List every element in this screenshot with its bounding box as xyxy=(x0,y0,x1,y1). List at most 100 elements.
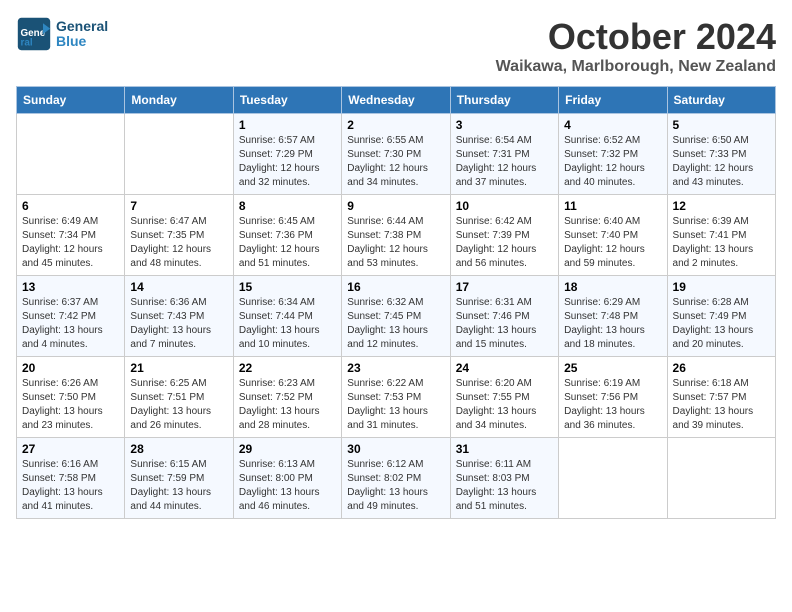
calendar-cell: 3 Sunrise: 6:54 AM Sunset: 7:31 PM Dayli… xyxy=(450,114,558,195)
daylight-text: Daylight: 13 hours and 23 minutes. xyxy=(22,406,103,431)
sunrise-text: Sunrise: 6:54 AM xyxy=(456,135,532,146)
day-number: 29 xyxy=(239,442,336,456)
sunrise-text: Sunrise: 6:34 AM xyxy=(239,297,315,308)
sunset-text: Sunset: 8:03 PM xyxy=(456,473,530,484)
day-number: 22 xyxy=(239,361,336,375)
sunrise-text: Sunrise: 6:49 AM xyxy=(22,216,98,227)
daylight-text: Daylight: 12 hours and 51 minutes. xyxy=(239,244,320,269)
day-number: 19 xyxy=(673,280,770,294)
calendar-cell: 25 Sunrise: 6:19 AM Sunset: 7:56 PM Dayl… xyxy=(559,357,667,438)
day-number: 27 xyxy=(22,442,119,456)
sunrise-text: Sunrise: 6:18 AM xyxy=(673,378,749,389)
daylight-text: Daylight: 13 hours and 2 minutes. xyxy=(673,244,754,269)
day-number: 10 xyxy=(456,199,553,213)
day-content: Sunrise: 6:44 AM Sunset: 7:38 PM Dayligh… xyxy=(347,215,444,271)
day-number: 23 xyxy=(347,361,444,375)
day-content: Sunrise: 6:31 AM Sunset: 7:46 PM Dayligh… xyxy=(456,296,553,352)
sunset-text: Sunset: 7:50 PM xyxy=(22,392,96,403)
calendar-header-row: SundayMondayTuesdayWednesdayThursdayFrid… xyxy=(17,87,776,114)
sunset-text: Sunset: 7:35 PM xyxy=(130,230,204,241)
sunrise-text: Sunrise: 6:55 AM xyxy=(347,135,423,146)
calendar-cell: 5 Sunrise: 6:50 AM Sunset: 7:33 PM Dayli… xyxy=(667,114,775,195)
calendar-cell: 8 Sunrise: 6:45 AM Sunset: 7:36 PM Dayli… xyxy=(233,195,341,276)
day-number: 20 xyxy=(22,361,119,375)
sunrise-text: Sunrise: 6:40 AM xyxy=(564,216,640,227)
calendar-table: SundayMondayTuesdayWednesdayThursdayFrid… xyxy=(16,86,776,519)
sunset-text: Sunset: 7:41 PM xyxy=(673,230,747,241)
weekday-header-friday: Friday xyxy=(559,87,667,114)
sunrise-text: Sunrise: 6:29 AM xyxy=(564,297,640,308)
title-block: October 2024 Waikawa, Marlborough, New Z… xyxy=(496,16,776,76)
day-number: 17 xyxy=(456,280,553,294)
calendar-cell: 16 Sunrise: 6:32 AM Sunset: 7:45 PM Dayl… xyxy=(342,276,450,357)
sunset-text: Sunset: 7:43 PM xyxy=(130,311,204,322)
day-content: Sunrise: 6:11 AM Sunset: 8:03 PM Dayligh… xyxy=(456,458,553,514)
calendar-week-3: 13 Sunrise: 6:37 AM Sunset: 7:42 PM Dayl… xyxy=(17,276,776,357)
daylight-text: Daylight: 12 hours and 32 minutes. xyxy=(239,163,320,188)
sunset-text: Sunset: 7:56 PM xyxy=(564,392,638,403)
day-content: Sunrise: 6:52 AM Sunset: 7:32 PM Dayligh… xyxy=(564,134,661,190)
calendar-cell: 14 Sunrise: 6:36 AM Sunset: 7:43 PM Dayl… xyxy=(125,276,233,357)
calendar-cell: 1 Sunrise: 6:57 AM Sunset: 7:29 PM Dayli… xyxy=(233,114,341,195)
logo-blue: Blue xyxy=(56,34,108,49)
day-number: 3 xyxy=(456,118,553,132)
day-number: 31 xyxy=(456,442,553,456)
day-number: 21 xyxy=(130,361,227,375)
calendar-cell: 22 Sunrise: 6:23 AM Sunset: 7:52 PM Dayl… xyxy=(233,357,341,438)
daylight-text: Daylight: 13 hours and 31 minutes. xyxy=(347,406,428,431)
daylight-text: Daylight: 13 hours and 39 minutes. xyxy=(673,406,754,431)
weekday-header-thursday: Thursday xyxy=(450,87,558,114)
sunset-text: Sunset: 7:53 PM xyxy=(347,392,421,403)
day-content: Sunrise: 6:55 AM Sunset: 7:30 PM Dayligh… xyxy=(347,134,444,190)
sunset-text: Sunset: 7:51 PM xyxy=(130,392,204,403)
sunset-text: Sunset: 7:49 PM xyxy=(673,311,747,322)
sunset-text: Sunset: 8:00 PM xyxy=(239,473,313,484)
day-content: Sunrise: 6:29 AM Sunset: 7:48 PM Dayligh… xyxy=(564,296,661,352)
daylight-text: Daylight: 13 hours and 18 minutes. xyxy=(564,325,645,350)
day-content: Sunrise: 6:22 AM Sunset: 7:53 PM Dayligh… xyxy=(347,377,444,433)
sunset-text: Sunset: 7:31 PM xyxy=(456,149,530,160)
sunrise-text: Sunrise: 6:12 AM xyxy=(347,459,423,470)
sunrise-text: Sunrise: 6:47 AM xyxy=(130,216,206,227)
calendar-cell: 18 Sunrise: 6:29 AM Sunset: 7:48 PM Dayl… xyxy=(559,276,667,357)
calendar-cell: 10 Sunrise: 6:42 AM Sunset: 7:39 PM Dayl… xyxy=(450,195,558,276)
calendar-cell xyxy=(559,438,667,519)
logo-general: General xyxy=(56,19,108,34)
daylight-text: Daylight: 13 hours and 51 minutes. xyxy=(456,487,537,512)
calendar-cell: 23 Sunrise: 6:22 AM Sunset: 7:53 PM Dayl… xyxy=(342,357,450,438)
day-number: 24 xyxy=(456,361,553,375)
day-content: Sunrise: 6:36 AM Sunset: 7:43 PM Dayligh… xyxy=(130,296,227,352)
weekday-header-tuesday: Tuesday xyxy=(233,87,341,114)
sunrise-text: Sunrise: 6:22 AM xyxy=(347,378,423,389)
day-number: 25 xyxy=(564,361,661,375)
day-content: Sunrise: 6:12 AM Sunset: 8:02 PM Dayligh… xyxy=(347,458,444,514)
calendar-cell xyxy=(125,114,233,195)
daylight-text: Daylight: 13 hours and 28 minutes. xyxy=(239,406,320,431)
day-number: 30 xyxy=(347,442,444,456)
sunset-text: Sunset: 7:57 PM xyxy=(673,392,747,403)
logo: Gene ral General Blue xyxy=(16,16,108,52)
daylight-text: Daylight: 13 hours and 12 minutes. xyxy=(347,325,428,350)
day-number: 13 xyxy=(22,280,119,294)
sunset-text: Sunset: 7:48 PM xyxy=(564,311,638,322)
sunset-text: Sunset: 7:52 PM xyxy=(239,392,313,403)
daylight-text: Daylight: 13 hours and 26 minutes. xyxy=(130,406,211,431)
sunrise-text: Sunrise: 6:15 AM xyxy=(130,459,206,470)
sunrise-text: Sunrise: 6:42 AM xyxy=(456,216,532,227)
day-content: Sunrise: 6:34 AM Sunset: 7:44 PM Dayligh… xyxy=(239,296,336,352)
daylight-text: Daylight: 13 hours and 20 minutes. xyxy=(673,325,754,350)
calendar-cell: 2 Sunrise: 6:55 AM Sunset: 7:30 PM Dayli… xyxy=(342,114,450,195)
day-content: Sunrise: 6:40 AM Sunset: 7:40 PM Dayligh… xyxy=(564,215,661,271)
day-number: 6 xyxy=(22,199,119,213)
calendar-cell: 12 Sunrise: 6:39 AM Sunset: 7:41 PM Dayl… xyxy=(667,195,775,276)
sunrise-text: Sunrise: 6:23 AM xyxy=(239,378,315,389)
day-content: Sunrise: 6:28 AM Sunset: 7:49 PM Dayligh… xyxy=(673,296,770,352)
day-number: 7 xyxy=(130,199,227,213)
sunset-text: Sunset: 7:34 PM xyxy=(22,230,96,241)
sunrise-text: Sunrise: 6:11 AM xyxy=(456,459,531,470)
daylight-text: Daylight: 12 hours and 45 minutes. xyxy=(22,244,103,269)
sunset-text: Sunset: 7:46 PM xyxy=(456,311,530,322)
calendar-cell xyxy=(17,114,125,195)
daylight-text: Daylight: 13 hours and 46 minutes. xyxy=(239,487,320,512)
day-number: 8 xyxy=(239,199,336,213)
